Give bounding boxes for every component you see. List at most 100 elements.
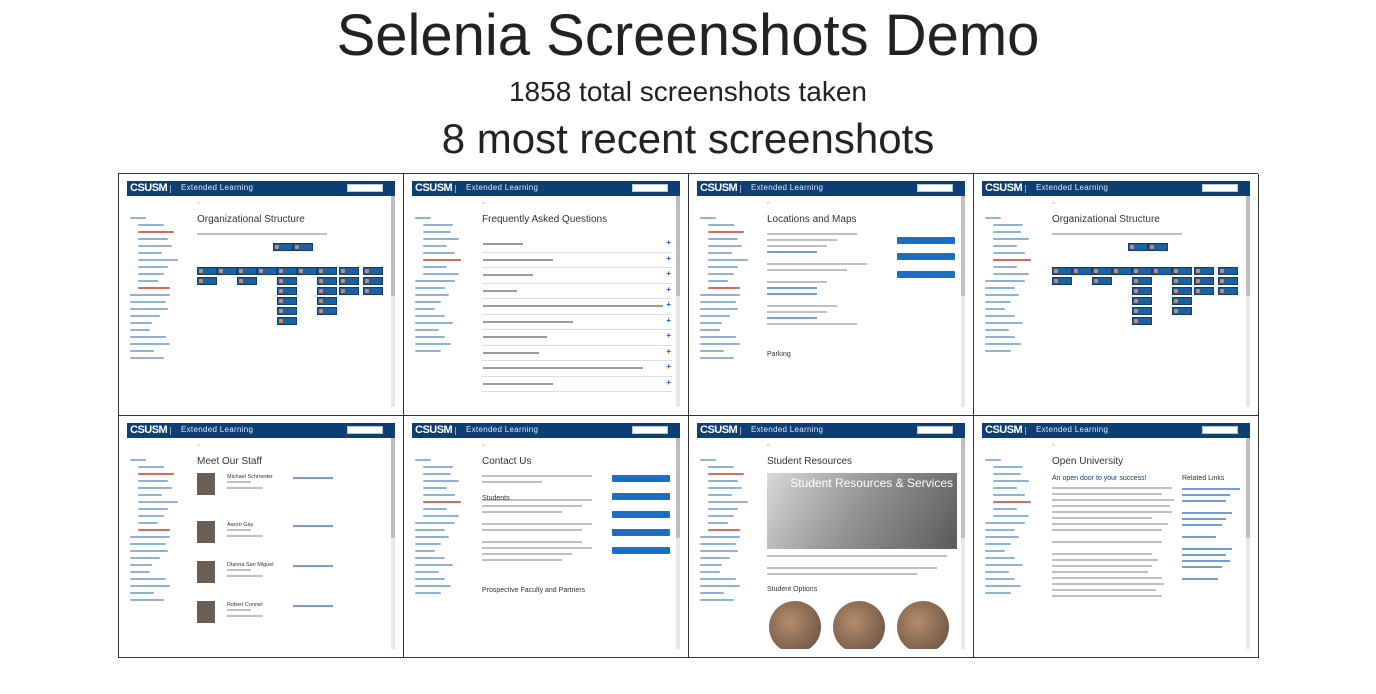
sidebar-item[interactable] — [708, 522, 728, 524]
sidebar-item[interactable] — [423, 466, 453, 468]
sidebar-item[interactable] — [708, 252, 732, 254]
sidebar-item[interactable] — [423, 273, 459, 275]
sidebar-item[interactable] — [985, 315, 1015, 317]
sidebar-item[interactable] — [985, 459, 1001, 461]
sidebar-item[interactable] — [130, 315, 160, 317]
sidebar-item[interactable] — [700, 336, 736, 338]
student-option-image[interactable] — [769, 601, 821, 649]
sidebar-item[interactable] — [985, 343, 1021, 345]
sidebar-item[interactable] — [138, 473, 174, 475]
sidebar-item[interactable] — [985, 592, 1011, 594]
sidebar-item[interactable] — [700, 322, 722, 324]
sidebar-item[interactable] — [415, 329, 439, 331]
sidebar-item[interactable] — [985, 550, 1005, 552]
sidebar-item[interactable] — [423, 494, 455, 496]
sidebar-item[interactable] — [130, 592, 154, 594]
sidebar-item[interactable] — [700, 459, 716, 461]
sidebar-item[interactable] — [700, 301, 736, 303]
related-link[interactable] — [1182, 488, 1240, 490]
sidebar-item[interactable] — [423, 231, 451, 233]
sidebar-item[interactable] — [138, 224, 164, 226]
sidebar-item[interactable] — [415, 578, 445, 580]
sidebar-item[interactable] — [138, 529, 170, 531]
related-link[interactable] — [1182, 536, 1216, 538]
sidebar-item[interactable] — [708, 473, 744, 475]
sidebar-item[interactable] — [985, 529, 1015, 531]
sidebar-item[interactable] — [993, 266, 1017, 268]
search-input[interactable] — [632, 184, 668, 192]
faq-item[interactable]: + — [482, 284, 672, 299]
sidebar-item[interactable] — [415, 536, 449, 538]
screenshot-thumbnail[interactable]: CSUSM Extended Learning ⌂ Contact Us Student… — [412, 423, 680, 649]
sidebar-item[interactable] — [708, 466, 734, 468]
sidebar-item[interactable] — [708, 515, 734, 517]
sidebar-item[interactable] — [138, 522, 158, 524]
sidebar-item[interactable] — [138, 501, 178, 503]
sidebar-item[interactable] — [993, 501, 1031, 503]
sidebar-item[interactable] — [708, 494, 732, 496]
sidebar-item[interactable] — [708, 480, 738, 482]
faq-item[interactable]: + — [482, 330, 672, 346]
screenshot-thumbnail[interactable]: CSUSM Extended Learning ⌂ Organizational St… — [982, 181, 1250, 407]
sidebar-item[interactable] — [700, 217, 716, 219]
sidebar-item[interactable] — [415, 343, 451, 345]
sidebar-item[interactable] — [415, 322, 453, 324]
scrollbar[interactable] — [961, 438, 965, 649]
sidebar-item[interactable] — [130, 294, 170, 296]
sidebar-item[interactable] — [130, 543, 166, 545]
sidebar-item[interactable] — [985, 571, 1009, 573]
sidebar-item[interactable] — [700, 585, 740, 587]
map-button[interactable] — [897, 253, 955, 260]
sidebar-item[interactable] — [138, 466, 164, 468]
faq-item[interactable]: + — [482, 361, 672, 377]
screenshot-thumbnail[interactable]: CSUSM Extended Learning ⌂ Locations and Map… — [697, 181, 965, 407]
sidebar-item[interactable] — [423, 501, 461, 503]
sidebar-item[interactable] — [415, 522, 455, 524]
sidebar-item[interactable] — [985, 557, 1015, 559]
related-link[interactable] — [1182, 500, 1226, 502]
plus-icon[interactable]: + — [666, 378, 671, 387]
related-link[interactable] — [1182, 566, 1222, 568]
sidebar-item[interactable] — [985, 280, 1025, 282]
sidebar-item[interactable] — [130, 536, 170, 538]
screenshot-thumbnail[interactable]: CSUSM Extended Learning ⌂ Meet Our Staff Mic… — [127, 423, 395, 649]
scrollbar[interactable] — [676, 438, 680, 649]
screenshot-cell[interactable]: CSUSM Extended Learning ⌂ Organizational St… — [119, 174, 404, 416]
sidebar-item[interactable] — [700, 571, 720, 573]
sidebar-item[interactable] — [985, 287, 1015, 289]
sidebar-item[interactable] — [993, 259, 1031, 261]
faq-item[interactable]: + — [482, 377, 672, 392]
staff-contact[interactable] — [293, 605, 333, 607]
sidebar-item[interactable] — [130, 571, 150, 573]
plus-icon[interactable]: + — [666, 362, 671, 371]
sidebar-item[interactable] — [138, 231, 174, 233]
sidebar-item[interactable] — [415, 564, 453, 566]
related-link[interactable] — [1182, 518, 1226, 520]
sidebar-item[interactable] — [708, 529, 740, 531]
sidebar-item[interactable] — [985, 322, 1023, 324]
plus-icon[interactable]: + — [666, 331, 671, 340]
sidebar-item[interactable] — [985, 301, 1011, 303]
sidebar-item[interactable] — [130, 343, 170, 345]
sidebar-item[interactable] — [708, 245, 742, 247]
sidebar-item[interactable] — [423, 480, 459, 482]
sidebar-item[interactable] — [993, 494, 1025, 496]
sidebar-item[interactable] — [700, 564, 722, 566]
sidebar-item[interactable] — [708, 273, 734, 275]
sidebar-item[interactable] — [700, 294, 740, 296]
contact-button[interactable] — [612, 493, 670, 500]
sidebar-item[interactable] — [415, 336, 445, 338]
sidebar-item[interactable] — [130, 350, 154, 352]
sidebar-item[interactable] — [138, 287, 170, 289]
sidebar-item[interactable] — [415, 571, 439, 573]
sidebar-item[interactable] — [138, 515, 164, 517]
faq-item[interactable]: + — [482, 237, 672, 253]
sidebar-item[interactable] — [700, 543, 736, 545]
plus-icon[interactable]: + — [666, 316, 671, 325]
map-button[interactable] — [897, 237, 955, 244]
sidebar-item[interactable] — [985, 522, 1025, 524]
sidebar-item[interactable] — [423, 238, 459, 240]
sidebar-item[interactable] — [415, 529, 445, 531]
screenshot-cell[interactable]: CSUSM Extended Learning ⌂ Organizational St… — [974, 174, 1259, 416]
sidebar-item[interactable] — [130, 557, 160, 559]
